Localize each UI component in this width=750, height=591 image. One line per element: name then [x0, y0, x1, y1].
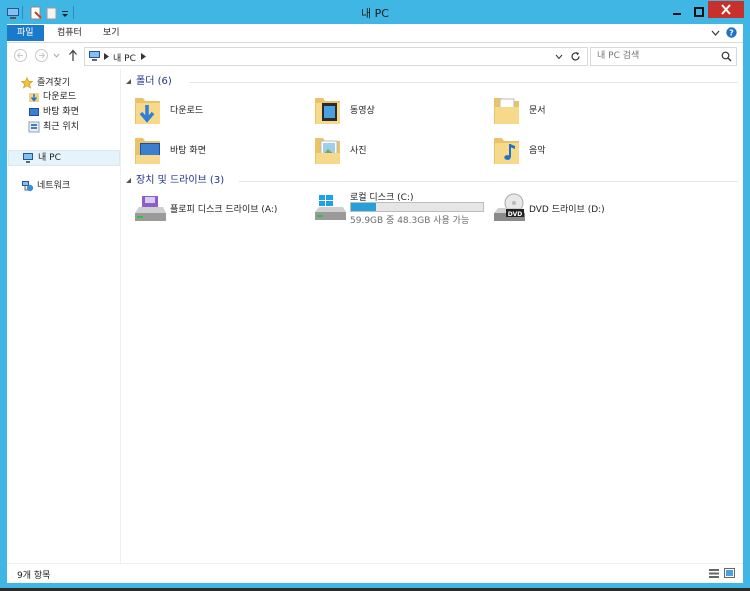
explorer-window: 내 PC 파일 컴퓨터 보기 ? 내 PC 내 PC 검색 즐겨찾기 다운로드 … — [0, 0, 750, 591]
minimize-icon[interactable] — [670, 5, 684, 19]
network-icon — [22, 181, 34, 192]
sidebar-label-network: 네트워크 — [37, 181, 71, 191]
sidebar-label-desktop: 바탕 화면 — [43, 107, 79, 117]
address-bar[interactable]: 내 PC — [84, 47, 588, 66]
downloads-folder-icon — [29, 93, 39, 102]
ribbon-tab-bar: 파일 컴퓨터 보기 ? — [7, 24, 743, 43]
title-bar[interactable]: 내 PC — [0, 0, 750, 24]
large-icons-view-icon[interactable] — [724, 568, 735, 578]
file-list-pane: 폴더 (6) 다운로드 동영상 문서 바탕 화면 사진 음악 장치 및 드라이브… — [121, 69, 743, 563]
navigation-pane: 즐겨찾기 다운로드 바탕 화면 최근 위치 내 PC 네트워크 — [7, 69, 121, 563]
disk-free-text: 59.9GB 중 48.3GB 사용 가능 — [350, 216, 470, 226]
videos-folder-icon — [315, 98, 340, 124]
collapse-group-icon[interactable] — [125, 78, 132, 85]
downloads-folder-icon — [135, 98, 160, 124]
local-disk-icon — [315, 195, 346, 220]
tab-file[interactable]: 파일 — [7, 25, 44, 41]
item-count: 9개 항목 — [17, 571, 51, 581]
chevron-right-icon[interactable] — [104, 53, 109, 60]
chevron-right-icon[interactable] — [141, 53, 146, 60]
folder-label: 다운로드 — [170, 106, 204, 116]
forward-icon[interactable] — [35, 49, 48, 62]
sidebar-label-this-pc: 내 PC — [38, 153, 61, 163]
this-pc-icon — [23, 153, 33, 163]
floppy-drive-icon — [135, 196, 166, 221]
recent-places-icon — [28, 121, 40, 133]
svg-text:DVD: DVD — [508, 211, 523, 218]
search-icon[interactable] — [721, 51, 732, 62]
close-icon — [721, 4, 731, 15]
status-bar: 9개 항목 — [7, 563, 743, 583]
pictures-folder-icon — [315, 138, 340, 164]
tab-view[interactable]: 보기 — [93, 25, 130, 41]
folder-item-desktop[interactable]: 바탕 화면 — [133, 133, 303, 167]
sidebar-item-this-pc[interactable]: 내 PC — [8, 150, 120, 166]
group-divider — [239, 181, 738, 182]
folder-label: 음악 — [529, 146, 546, 156]
close-button[interactable] — [708, 1, 744, 18]
drive-label: 플로피 디스크 드라이브 (A:) — [170, 205, 278, 215]
dvd-drive-icon: DVD — [494, 193, 525, 221]
up-icon[interactable] — [68, 49, 78, 62]
desktop-icon — [29, 108, 39, 116]
drives-group-header[interactable]: 장치 및 드라이브 (3) — [136, 174, 224, 188]
folder-label: 바탕 화면 — [170, 146, 206, 156]
svg-text:?: ? — [729, 29, 734, 38]
back-icon[interactable] — [14, 49, 27, 62]
recent-locations-icon[interactable] — [53, 52, 60, 59]
folder-item-pictures[interactable]: 사진 — [313, 133, 483, 167]
tab-computer[interactable]: 컴퓨터 — [47, 25, 92, 41]
group-divider — [189, 82, 738, 83]
desktop-folder-icon — [135, 138, 160, 164]
sidebar-label-favorites: 즐겨찾기 — [37, 78, 71, 88]
search-input[interactable] — [593, 49, 719, 62]
folder-item-downloads[interactable]: 다운로드 — [133, 93, 303, 127]
folder-label: 동영상 — [350, 106, 375, 116]
drive-item-local-disk[interactable]: 로컬 디스크 (C:) 59.9GB 중 48.3GB 사용 가능 — [313, 191, 493, 227]
folders-group-header[interactable]: 폴더 (6) — [136, 75, 172, 89]
folder-label: 문서 — [529, 106, 546, 116]
window-title: 내 PC — [361, 7, 389, 20]
drive-label: DVD 드라이브 (D:) — [529, 205, 605, 215]
address-crumb[interactable]: 내 PC — [113, 51, 136, 64]
disk-usage-fill — [351, 203, 377, 211]
collapse-group-icon[interactable] — [125, 177, 132, 184]
refresh-icon[interactable] — [570, 51, 581, 62]
folder-item-videos[interactable]: 동영상 — [313, 93, 483, 127]
address-history-icon[interactable] — [555, 54, 563, 60]
search-box[interactable] — [590, 47, 737, 66]
star-icon — [21, 77, 33, 89]
navigation-bar: 내 PC — [7, 43, 743, 69]
disk-usage-bar — [350, 202, 484, 212]
expand-ribbon-icon[interactable] — [711, 29, 720, 37]
folder-item-music[interactable]: 음악 — [492, 133, 662, 167]
help-icon[interactable]: ? — [726, 27, 737, 38]
music-folder-icon — [494, 138, 519, 164]
drive-item-dvd[interactable]: DVD DVD 드라이브 (D:) — [492, 193, 667, 227]
maximize-icon[interactable] — [692, 5, 706, 19]
sidebar-label-downloads: 다운로드 — [43, 92, 77, 102]
folder-item-documents[interactable]: 문서 — [492, 93, 662, 127]
drive-item-floppy[interactable]: 플로피 디스크 드라이브 (A:) — [133, 193, 308, 227]
folder-label: 사진 — [350, 146, 367, 156]
this-pc-icon — [89, 51, 100, 61]
content-area: 즐겨찾기 다운로드 바탕 화면 최근 위치 내 PC 네트워크 폴더 (6) 다… — [7, 69, 743, 563]
sidebar-label-recent-places: 최근 위치 — [43, 122, 79, 132]
documents-folder-icon — [494, 98, 519, 124]
details-view-icon[interactable] — [709, 569, 719, 578]
